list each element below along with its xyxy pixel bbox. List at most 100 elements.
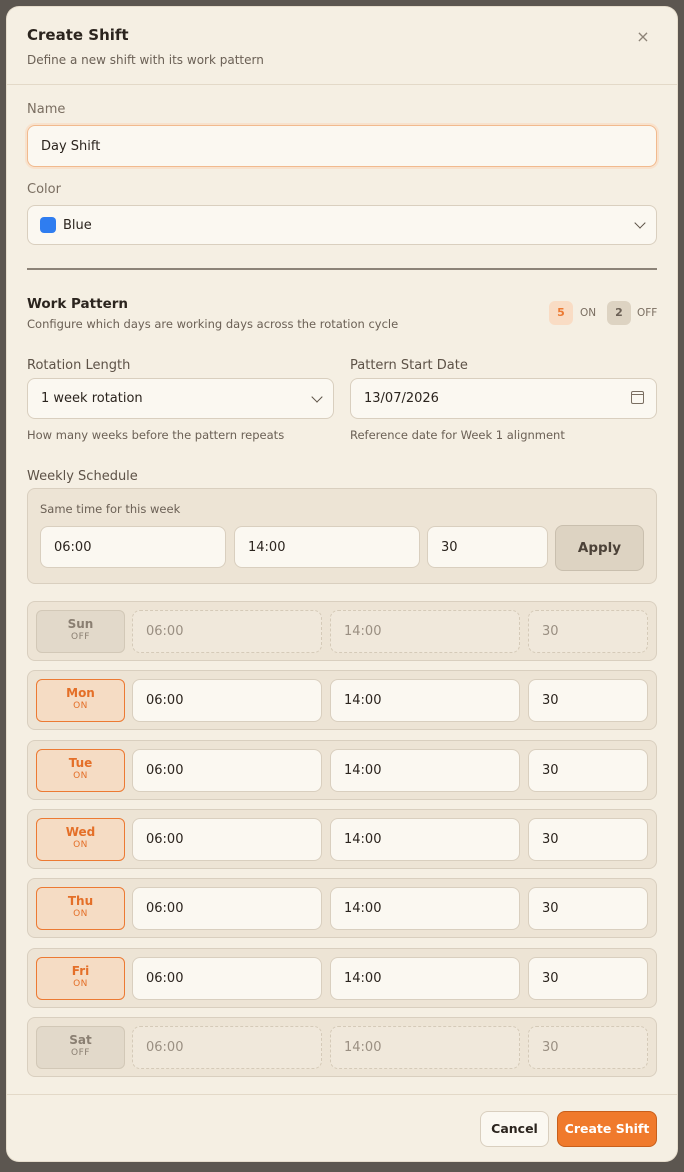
day-row-sun: Sun OFF 06:00 14:00 30	[27, 601, 657, 661]
chevron-down-icon	[634, 217, 646, 229]
break-minutes-input-value: 30	[542, 901, 559, 916]
end-time-input[interactable]: 14:00	[330, 818, 520, 861]
break-minutes-input-value: 30	[542, 624, 559, 639]
break-minutes-input-value: 30	[542, 763, 559, 778]
dialog-title: Create Shift	[27, 26, 129, 44]
end-time-input[interactable]: 14:00	[330, 679, 520, 722]
day-name: Sun	[67, 617, 94, 631]
start-time-input[interactable]: 06:00	[132, 749, 322, 792]
start-time-input-value: 06:00	[146, 763, 184, 778]
work-pattern-title: Work Pattern	[27, 296, 128, 312]
same-time-start-input[interactable]: 06:00	[40, 526, 226, 568]
day-state: ON	[73, 840, 88, 850]
end-time-input[interactable]: 14:00	[330, 887, 520, 930]
start-time-input: 06:00	[132, 610, 322, 653]
break-minutes-input-value: 30	[542, 832, 559, 847]
day-name: Tue	[68, 756, 93, 770]
start-time-input-value: 06:00	[146, 693, 184, 708]
close-icon[interactable]: ×	[633, 27, 653, 47]
section-divider	[27, 268, 657, 270]
end-time-input-value: 14:00	[344, 693, 382, 708]
day-state: OFF	[71, 1048, 90, 1058]
same-time-break-value: 30	[441, 539, 458, 555]
end-time-input[interactable]: 14:00	[330, 749, 520, 792]
end-time-input-value: 14:00	[344, 1040, 382, 1055]
cancel-button[interactable]: Cancel	[480, 1111, 549, 1147]
name-input[interactable]: Day Shift	[27, 125, 657, 167]
break-minutes-input[interactable]: 30	[528, 818, 648, 861]
day-name: Sat	[69, 1033, 92, 1047]
day-state: ON	[73, 909, 88, 919]
break-minutes-input[interactable]: 30	[528, 957, 648, 1000]
break-minutes-input[interactable]: 30	[528, 887, 648, 930]
end-time-input: 14:00	[330, 610, 520, 653]
dialog-footer: Cancel Create Shift	[7, 1094, 677, 1161]
apply-button[interactable]: Apply	[555, 525, 644, 571]
day-toggle-wed[interactable]: Wed ON	[36, 818, 125, 861]
start-time-input-value: 06:00	[146, 624, 184, 639]
color-swatch	[40, 217, 56, 233]
pattern-start-date-label: Pattern Start Date	[350, 358, 468, 373]
dialog-subtitle: Define a new shift with its work pattern	[27, 53, 264, 67]
pattern-start-date-value: 13/07/2026	[364, 391, 439, 406]
day-toggle-mon[interactable]: Mon ON	[36, 679, 125, 722]
day-toggle-fri[interactable]: Fri ON	[36, 957, 125, 1000]
name-input-value: Day Shift	[41, 138, 101, 154]
day-toggle-sun[interactable]: Sun OFF	[36, 610, 125, 653]
weekly-schedule-label: Weekly Schedule	[27, 469, 138, 484]
start-time-input-value: 06:00	[146, 1040, 184, 1055]
name-label: Name	[27, 102, 66, 117]
chevron-down-icon	[311, 390, 323, 403]
start-time-input[interactable]: 06:00	[132, 887, 322, 930]
same-time-end-value: 14:00	[248, 539, 286, 555]
start-time-input[interactable]: 06:00	[132, 818, 322, 861]
day-name: Mon	[66, 686, 95, 700]
same-time-break-input[interactable]: 30	[427, 526, 548, 568]
calendar-icon[interactable]	[631, 391, 644, 404]
same-time-start-value: 06:00	[54, 539, 92, 555]
day-row-tue: Tue ON 06:00 14:00 30	[27, 740, 657, 800]
break-minutes-input-value: 30	[542, 693, 559, 708]
day-name: Fri	[71, 964, 90, 978]
start-time-input-value: 06:00	[146, 832, 184, 847]
day-row-thu: Thu ON 06:00 14:00 30	[27, 878, 657, 938]
break-minutes-input-value: 30	[542, 1040, 559, 1055]
rotation-length-value: 1 week rotation	[41, 391, 143, 406]
on-count-badge: 5	[549, 301, 573, 325]
break-minutes-input-value: 30	[542, 971, 559, 986]
rotation-length-hint: How many weeks before the pattern repeat…	[27, 428, 285, 442]
day-state: ON	[73, 701, 88, 711]
off-count-label: OFF	[637, 307, 658, 319]
day-row-sat: Sat OFF 06:00 14:00 30	[27, 1017, 657, 1077]
day-row-fri: Fri ON 06:00 14:00 30	[27, 948, 657, 1008]
dialog-header: Create Shift Define a new shift with its…	[7, 7, 677, 85]
day-toggle-tue[interactable]: Tue ON	[36, 749, 125, 792]
end-time-input-value: 14:00	[344, 832, 382, 847]
pattern-start-date-input[interactable]: 13/07/2026	[350, 378, 657, 419]
end-time-input-value: 14:00	[344, 971, 382, 986]
day-row-mon: Mon ON 06:00 14:00 30	[27, 670, 657, 730]
start-time-input[interactable]: 06:00	[132, 679, 322, 722]
break-minutes-input: 30	[528, 1026, 648, 1069]
work-pattern-description: Configure which days are working days ac…	[27, 317, 399, 331]
same-time-end-input[interactable]: 14:00	[234, 526, 420, 568]
end-time-input-value: 14:00	[344, 624, 382, 639]
day-name: Thu	[67, 894, 94, 908]
rotation-length-select[interactable]: 1 week rotation	[27, 378, 334, 419]
break-minutes-input[interactable]: 30	[528, 749, 648, 792]
day-row-wed: Wed ON 06:00 14:00 30	[27, 809, 657, 869]
color-label: Color	[27, 182, 61, 197]
end-time-input[interactable]: 14:00	[330, 957, 520, 1000]
end-time-input-value: 14:00	[344, 901, 382, 916]
end-time-input-value: 14:00	[344, 763, 382, 778]
day-state: OFF	[71, 632, 90, 642]
break-minutes-input[interactable]: 30	[528, 679, 648, 722]
color-select[interactable]: Blue	[27, 205, 657, 245]
start-time-input: 06:00	[132, 1026, 322, 1069]
create-shift-button[interactable]: Create Shift	[557, 1111, 657, 1147]
day-toggle-thu[interactable]: Thu ON	[36, 887, 125, 930]
end-time-input: 14:00	[330, 1026, 520, 1069]
rotation-length-label: Rotation Length	[27, 358, 131, 373]
start-time-input[interactable]: 06:00	[132, 957, 322, 1000]
day-toggle-sat[interactable]: Sat OFF	[36, 1026, 125, 1069]
